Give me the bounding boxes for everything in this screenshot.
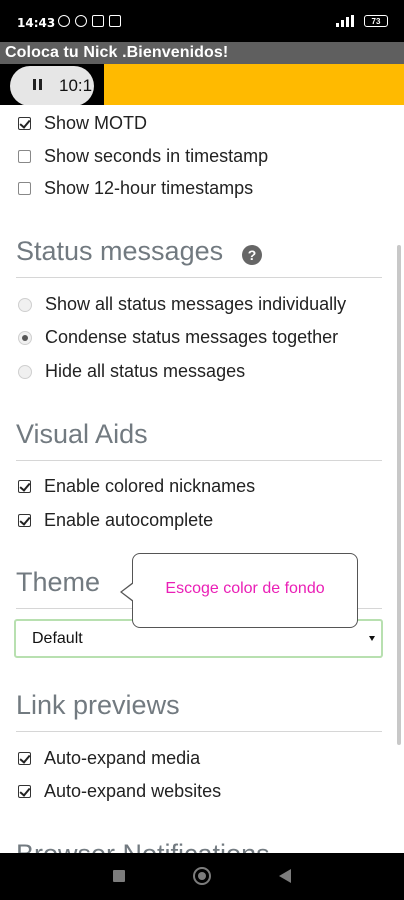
- setting-12-hour[interactable]: Show 12-hour timestamps: [18, 178, 253, 199]
- setting-show-seconds[interactable]: Show seconds in timestamp: [18, 146, 268, 167]
- radio-button[interactable]: [18, 364, 32, 379]
- setting-colored-nicknames[interactable]: Enable colored nicknames: [18, 476, 255, 497]
- section-title-theme: Theme: [16, 567, 101, 597]
- section-title-status-messages: Status messages: [16, 236, 224, 266]
- media-bar: 10:1: [0, 64, 404, 106]
- pause-icon[interactable]: [32, 79, 44, 93]
- battery-level: 73: [371, 16, 381, 26]
- back-icon[interactable]: [279, 869, 291, 883]
- checkbox[interactable]: [18, 150, 31, 163]
- settings-panel: Show MOTD Show seconds in timestamp Show…: [0, 105, 404, 853]
- radio-button[interactable]: [18, 297, 32, 312]
- status-right: 73: [336, 15, 388, 27]
- section-divider: [16, 277, 382, 278]
- media-time: 10:1: [59, 76, 93, 95]
- headset-icon: [75, 15, 87, 27]
- setting-auto-expand-media[interactable]: Auto-expand media: [18, 748, 200, 769]
- checkbox[interactable]: [18, 514, 31, 527]
- scrollbar[interactable]: [397, 245, 401, 745]
- navigation-bar: [0, 853, 404, 900]
- checkbox[interactable]: [18, 182, 31, 195]
- setting-auto-expand-websites[interactable]: Auto-expand websites: [18, 781, 221, 802]
- checkbox[interactable]: [18, 785, 31, 798]
- setting-label: Show MOTD: [44, 113, 148, 133]
- radio-button-selected[interactable]: [18, 330, 32, 345]
- setting-autocomplete[interactable]: Enable autocomplete: [18, 510, 213, 531]
- app-notification-icon: [92, 15, 104, 27]
- option-label: Show all status messages individually: [45, 294, 347, 314]
- option-hide-status[interactable]: Hide all status messages: [18, 361, 245, 382]
- status-time: 14:43: [17, 16, 56, 30]
- battery-icon: 73: [364, 15, 388, 27]
- chevron-down-icon: [369, 636, 375, 641]
- setting-label: Auto-expand media: [44, 748, 201, 768]
- checkbox[interactable]: [18, 480, 31, 493]
- checkbox[interactable]: [18, 117, 31, 130]
- setting-label: Enable autocomplete: [44, 510, 214, 530]
- section-divider: [16, 731, 382, 732]
- setting-label: Show seconds in timestamp: [44, 146, 269, 166]
- recents-icon[interactable]: [113, 870, 125, 882]
- option-label: Condense status messages together: [45, 327, 339, 347]
- section-title-browser-notifications: Browser Notifications: [16, 839, 270, 853]
- notification-icons: [58, 15, 121, 27]
- section-title-link-previews: Link previews: [16, 690, 180, 720]
- theme-select-value: Default: [32, 630, 83, 647]
- option-label: Hide all status messages: [45, 361, 246, 381]
- title-banner: Coloca tu Nick .Bienvenidos!: [0, 42, 404, 64]
- media-player-pill[interactable]: 10:1: [10, 66, 94, 106]
- checkbox[interactable]: [18, 752, 31, 765]
- signal-icon: [336, 15, 358, 27]
- home-icon[interactable]: [193, 867, 211, 885]
- banner-title: Coloca tu Nick .Bienvenidos!: [5, 44, 229, 61]
- setting-label: Show 12-hour timestamps: [44, 178, 254, 198]
- tooltip-pointer-fill: [122, 583, 134, 601]
- help-icon[interactable]: ?: [242, 245, 262, 265]
- section-title-visual-aids: Visual Aids: [16, 419, 148, 449]
- tooltip-text: Escoge color de fondo: [165, 580, 325, 597]
- app-notification-icon: [109, 15, 121, 27]
- status-bar: 14:43 73: [0, 0, 404, 42]
- option-show-all-status[interactable]: Show all status messages individually: [18, 294, 346, 315]
- setting-label: Auto-expand websites: [44, 781, 222, 801]
- alarm-off-icon: [58, 15, 70, 27]
- section-divider: [16, 460, 382, 461]
- setting-label: Enable colored nicknames: [44, 476, 256, 496]
- setting-show-motd[interactable]: Show MOTD: [18, 113, 147, 134]
- tooltip-callout: Escoge color de fondo: [132, 553, 358, 628]
- option-condense-status[interactable]: Condense status messages together: [18, 327, 338, 348]
